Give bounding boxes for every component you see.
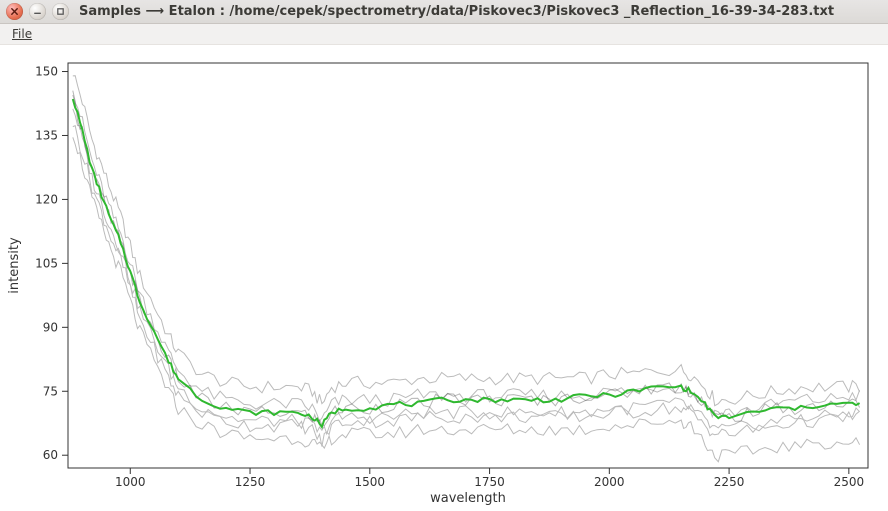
y-tick-label: 75: [43, 384, 58, 398]
menu-file[interactable]: File: [6, 25, 38, 43]
series-mean-green: [73, 99, 860, 427]
y-axis-label: intensity: [7, 237, 22, 294]
minimize-icon[interactable]: [29, 3, 46, 20]
y-tick-label: 105: [35, 256, 58, 270]
close-icon[interactable]: [6, 3, 23, 20]
chart-svg: 1000 1250 1500 1750 2000 2250 2500 60 75 90 105 120…: [0, 45, 888, 508]
x-tick-label: 2250: [714, 475, 745, 489]
series-sample-gray-3: [73, 109, 860, 434]
series-sample-gray-1: [73, 76, 860, 406]
y-tick-label: 60: [43, 448, 58, 462]
menubar: File: [0, 24, 888, 45]
x-axis-label: wavelength: [430, 491, 506, 506]
x-tick-label: 1750: [474, 475, 505, 489]
series-etalon-dark: [73, 91, 860, 426]
x-tick-label: 1500: [355, 475, 386, 489]
x-tick-label: 2000: [594, 475, 625, 489]
x-tick-label: 2500: [834, 475, 865, 489]
titlebar[interactable]: Samples ⟶ Etalon : /home/cepek/spectrome…: [0, 0, 888, 24]
menu-file-label: File: [12, 27, 32, 41]
app-window: Samples ⟶ Etalon : /home/cepek/spectrome…: [0, 0, 888, 511]
plot-area: [68, 63, 868, 468]
series-sample-gray-2: [73, 95, 860, 421]
window-title: Samples ⟶ Etalon : /home/cepek/spectrome…: [79, 4, 834, 19]
y-tick-label: 135: [35, 128, 58, 142]
y-tick-label: 90: [43, 320, 58, 334]
maximize-icon[interactable]: [52, 3, 69, 20]
x-tick-label: 1000: [115, 475, 146, 489]
y-tick-label: 120: [35, 192, 58, 206]
x-tick-label: 1250: [235, 475, 266, 489]
chart: 1000 1250 1500 1750 2000 2250 2500 60 75 90 105 120…: [0, 45, 888, 511]
y-tick-label: 150: [35, 65, 58, 79]
